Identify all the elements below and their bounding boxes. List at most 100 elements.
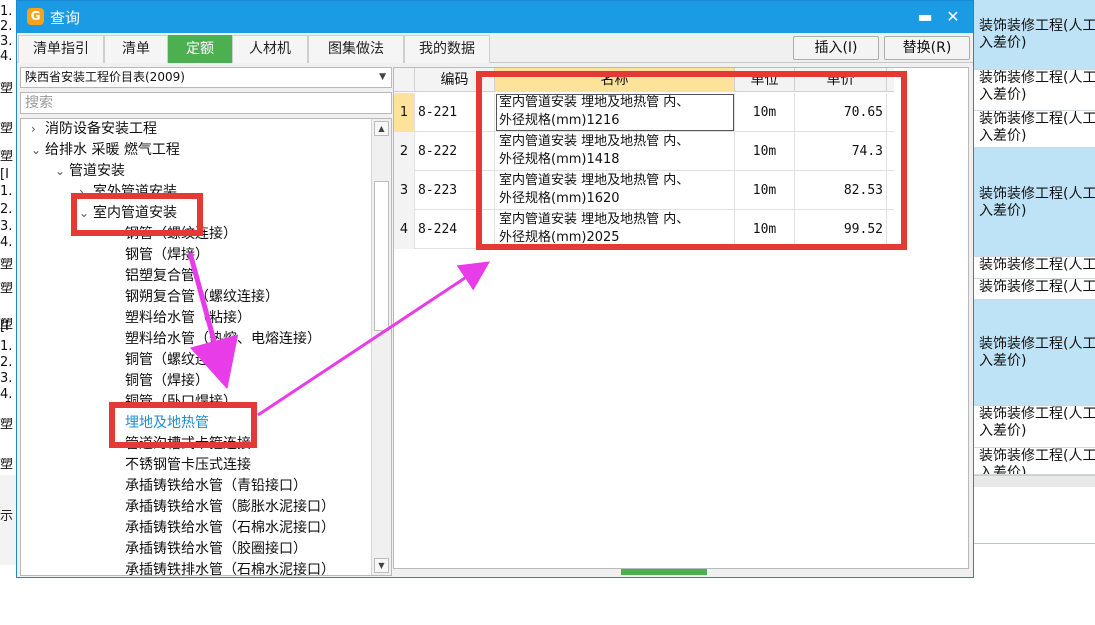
tree-scrollbar[interactable]: ▲ ▼ [371, 119, 391, 575]
background-row-line2: 入差价) [979, 203, 1027, 219]
splitter-handle[interactable] [621, 569, 707, 575]
quota-tree: ▲ ▼ › 消防设备安装工程 ⌄ 给排水 采暖 燃气工程 ⌄ 管道安装 › 室外管道安装 ⌄ 室内… [20, 118, 392, 576]
scroll-up-icon[interactable]: ▲ [374, 121, 389, 136]
background-row[interactable]: 装饰装修工程(人工 入差价) [974, 448, 1095, 475]
chevron-down-icon[interactable]: ⌄ [55, 161, 69, 181]
background-left-cell: 1. [0, 340, 13, 354]
cell-price[interactable]: 74.3 [795, 132, 887, 171]
background-left-cell: 4. [0, 388, 13, 402]
tree-node[interactable]: ⌄ 给排水 采暖 燃气工程 [31, 140, 180, 160]
scroll-thumb[interactable] [374, 181, 389, 331]
table-row[interactable]: 1 8-221 室内管道安装 埋地及地热管 内、 外径规格(mm)1216 10m 70.… [394, 93, 894, 132]
close-button[interactable]: ✕ [941, 5, 965, 29]
background-hscrollbar[interactable] [974, 475, 1095, 487]
replace-button[interactable]: 替换(R) [884, 36, 970, 60]
cell-unit[interactable]: 10m [735, 132, 795, 171]
table-row[interactable]: 3 8-223 室内管道安装 埋地及地热管 内、 外径规格(mm)1620 10m 82.… [394, 171, 894, 210]
chevron-right-icon[interactable]: › [31, 119, 45, 139]
table-row[interactable]: 4 8-224 室内管道安装 埋地及地热管 内、 外径规格(mm)2025 10m 99.… [394, 210, 894, 249]
grid-header-name[interactable]: 名称 [495, 68, 735, 92]
cell-name-line2: 外径规格(mm)1620 [499, 191, 620, 206]
cell-name[interactable]: 室内管道安装 埋地及地热管 内、 外径规格(mm)1418 [495, 132, 735, 171]
cell-unit[interactable]: 10m [735, 93, 795, 132]
tree-node[interactable]: 不锈钢管卡压式连接 [125, 455, 251, 475]
tree-node[interactable]: 管道沟槽式卡箍连接 [125, 434, 251, 454]
background-left-cell: 4. [0, 236, 13, 250]
row-index[interactable]: 2 [394, 132, 415, 171]
search-input[interactable]: 搜索 [20, 92, 392, 114]
dialog-titlebar[interactable]: G 查询 ▬ ✕ [17, 1, 973, 33]
cell-code[interactable]: 8-223 [415, 171, 495, 210]
tab-atlas[interactable]: 图集做法 [308, 35, 404, 63]
background-row[interactable]: 装饰装修工程(人工 入差价) [974, 300, 1095, 406]
tree-node[interactable]: ⌄ 室内管道安装 [79, 203, 177, 223]
tree-node[interactable]: 承插铸铁给水管（石棉水泥接口） [125, 518, 335, 538]
row-index[interactable]: 3 [394, 171, 415, 210]
cell-name[interactable]: 室内管道安装 埋地及地热管 内、 外径规格(mm)1216 [495, 93, 735, 132]
row-index[interactable]: 4 [394, 210, 415, 249]
background-left-label: 示 [0, 509, 14, 524]
background-row[interactable]: 装饰装修工程(人工 入差价) [974, 148, 1095, 257]
cell-name[interactable]: 室内管道安装 埋地及地热管 内、 外径规格(mm)1620 [495, 171, 735, 210]
tree-node[interactable]: 铜管（卧口焊接） [125, 392, 237, 412]
tree-node-label: 钢管（焊接） [125, 247, 209, 263]
tab-bill-guide[interactable]: 清单指引 [18, 35, 104, 63]
scroll-down-icon[interactable]: ▼ [374, 558, 389, 573]
chevron-down-icon[interactable]: ⌄ [79, 203, 93, 223]
tree-node[interactable]: ⌄ 管道安装 [55, 161, 125, 181]
cell-unit[interactable]: 10m [735, 210, 795, 249]
query-dialog: G 查询 ▬ ✕ 清单指引 清单 定额 人材机 图集做法 我的数据 插入(I) … [16, 0, 974, 578]
tree-node[interactable]: › 室外管道安装 [79, 182, 177, 202]
chevron-right-icon[interactable]: › [79, 182, 93, 202]
minimize-button[interactable]: ▬ [913, 5, 937, 29]
grid-header-code[interactable]: 编码 [415, 68, 495, 92]
table-row[interactable]: 2 8-222 室内管道安装 埋地及地热管 内、 外径规格(mm)1418 10m 74.… [394, 132, 894, 171]
cell-name[interactable]: 室内管道安装 埋地及地热管 内、 外径规格(mm)2025 [495, 210, 735, 249]
tree-node[interactable]: 承插铸铁给水管（胶圈接口） [125, 539, 307, 559]
background-left-cell: 塑 [0, 82, 14, 96]
cell-code[interactable]: 8-221 [415, 93, 495, 132]
background-row[interactable]: 装饰装修工程(人工 入差价) [974, 406, 1095, 448]
tree-node[interactable]: 承插铸铁排水管（石棉水泥接口） [125, 560, 335, 575]
cell-name-line1: 室内管道安装 埋地及地热管 内、 [499, 95, 690, 110]
grid-header-index [394, 68, 415, 92]
background-row[interactable]: 装饰装修工程(人工 入差价) [974, 70, 1095, 111]
tree-node[interactable]: 钢朔复合管（螺纹连接） [125, 287, 279, 307]
tree-node[interactable]: 承插铸铁给水管（膨胀水泥接口） [125, 497, 335, 517]
cell-unit[interactable]: 10m [735, 171, 795, 210]
tab-quota[interactable]: 定额 [168, 35, 232, 63]
tree-node[interactable]: 埋地及地热管 [125, 413, 209, 433]
grid-header-unit[interactable]: 单位 [735, 68, 795, 92]
cell-code[interactable]: 8-224 [415, 210, 495, 249]
background-row[interactable]: 装饰装修工程(人工 入差价) [974, 111, 1095, 148]
tree-node-label: 消防设备安装工程 [45, 121, 157, 137]
tree-node[interactable]: 钢管（焊接） [125, 245, 209, 265]
tree-node-label: 塑料给水管（粘接） [125, 310, 251, 326]
row-index[interactable]: 1 [394, 93, 415, 132]
cell-name-line2: 外径规格(mm)1216 [499, 113, 620, 128]
cell-price[interactable]: 99.52 [795, 210, 887, 249]
cell-code[interactable]: 8-222 [415, 132, 495, 171]
tab-labor-material[interactable]: 人材机 [232, 35, 308, 63]
tree-node[interactable]: 承插铸铁给水管（青铅接口） [125, 476, 307, 496]
cell-price[interactable]: 82.53 [795, 171, 887, 210]
background-row[interactable]: 装饰装修工程(人工 入差价) [974, 0, 1095, 70]
tab-bill[interactable]: 清单 [104, 35, 168, 63]
grid-header-price[interactable]: 单价 [795, 68, 887, 92]
library-select[interactable]: 陕西省安装工程价目表(2009) ▼ [20, 67, 392, 88]
insert-button[interactable]: 插入(I) [793, 36, 879, 60]
tree-node[interactable]: › 消防设备安装工程 [31, 119, 157, 139]
background-left-cell: 1. [0, 5, 13, 19]
tree-node[interactable]: 铜管（螺纹连接） [125, 350, 237, 370]
chevron-down-icon[interactable]: ⌄ [31, 140, 45, 160]
tree-node[interactable]: 塑料给水管（粘接） [125, 308, 251, 328]
tree-node-label: 铝塑复合管 [125, 268, 195, 284]
tab-my-data[interactable]: 我的数据 [404, 35, 490, 63]
tree-node[interactable]: 塑料给水管（热熔、电熔连接） [125, 329, 321, 349]
cell-price[interactable]: 70.65 [795, 93, 887, 132]
tree-node[interactable]: 铝塑复合管 [125, 266, 195, 286]
tree-node[interactable]: 铜管（焊接） [125, 371, 209, 391]
tree-node[interactable]: 钢管（螺纹连接） [125, 224, 237, 244]
background-row[interactable]: 装饰装修工程(人工 [974, 279, 1095, 300]
background-row[interactable]: 装饰装修工程(人工 [974, 257, 1095, 279]
